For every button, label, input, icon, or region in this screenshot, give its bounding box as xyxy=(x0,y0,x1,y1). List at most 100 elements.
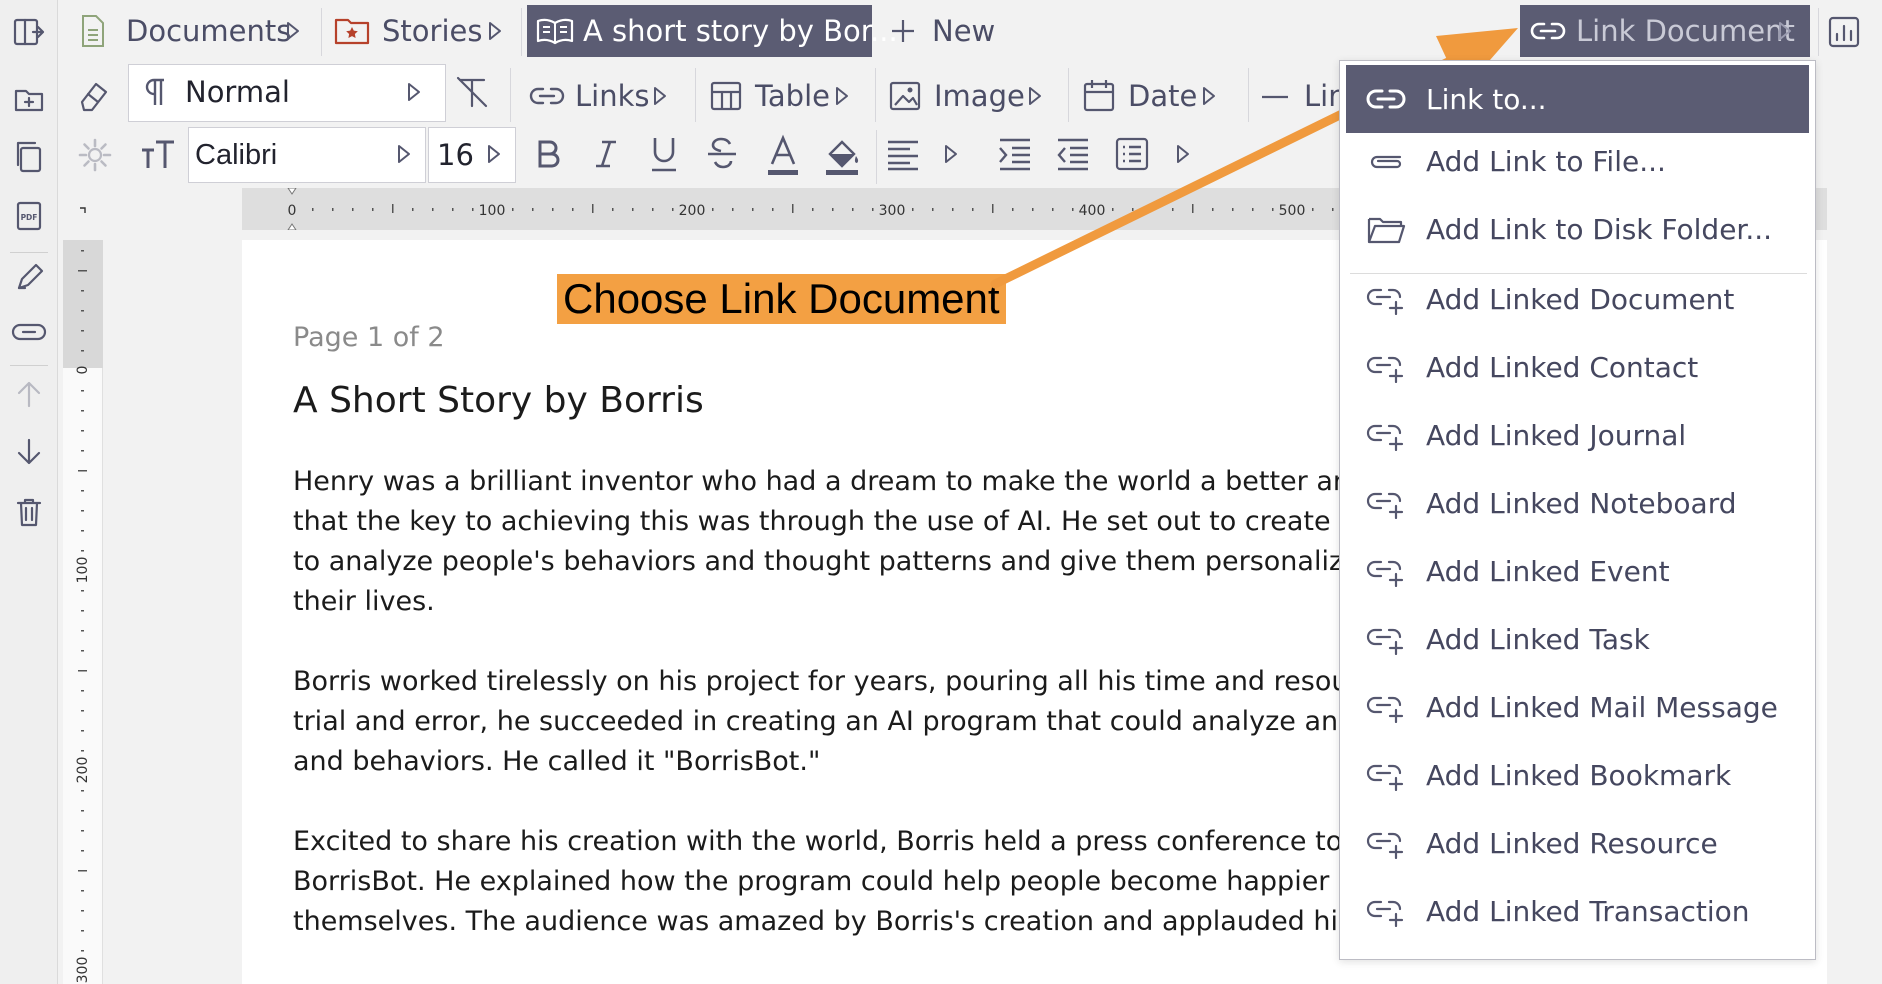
menu-item-linked-task[interactable]: Add Linked Task xyxy=(1346,609,1809,671)
paragraph-line[interactable]: trial and error, he succeeded in creatin… xyxy=(293,706,1392,737)
underline-icon[interactable] xyxy=(646,134,686,176)
side-panel-toggle-icon[interactable] xyxy=(9,12,49,52)
indent-icon[interactable] xyxy=(996,136,1038,176)
ruler-tick xyxy=(792,204,794,213)
settings-gear-icon[interactable] xyxy=(76,136,116,176)
ruler-tick xyxy=(612,208,614,211)
tab-active-document[interactable]: A short story by Bor... xyxy=(527,5,898,57)
menu-item-linked-mail[interactable]: Add Linked Mail Message xyxy=(1346,677,1809,739)
ruler-tick xyxy=(81,550,84,552)
chevron-right-icon xyxy=(398,145,410,163)
ruler-tick xyxy=(972,208,974,211)
menu-item-linked-transaction[interactable]: Add Linked Transaction xyxy=(1346,881,1809,943)
line-menu-button[interactable]: Lin xyxy=(1258,76,1347,118)
ruler-tick xyxy=(432,208,434,211)
chevron-right-icon[interactable] xyxy=(488,21,502,41)
link-icon xyxy=(1366,85,1406,113)
paragraph-line[interactable]: BorrisBot. He explained how the program … xyxy=(293,866,1389,897)
app-window: PDF Documents Stories A short story by B… xyxy=(0,0,1882,984)
font-color-icon[interactable] xyxy=(764,134,804,178)
menu-item-linked-journal[interactable]: Add Linked Journal xyxy=(1346,405,1809,467)
paragraph-line[interactable]: Henry was a brilliant inventor who had a… xyxy=(293,466,1393,497)
rename-icon[interactable] xyxy=(9,312,49,352)
bold-icon[interactable] xyxy=(530,136,570,176)
link-document-button[interactable]: Link Document xyxy=(1520,5,1810,57)
duplicate-icon[interactable] xyxy=(9,136,49,176)
chevron-right-icon[interactable] xyxy=(1176,144,1190,164)
image-label: Image xyxy=(934,79,1025,113)
open-book-icon xyxy=(536,18,574,45)
trash-icon[interactable] xyxy=(9,492,49,532)
ruler-tick xyxy=(992,204,994,213)
menu-item-linked-contact[interactable]: Add Linked Contact xyxy=(1346,337,1809,399)
vertical-ruler: 0 100 200 300 xyxy=(63,240,103,984)
outdent-icon[interactable] xyxy=(1054,136,1096,176)
links-menu-button[interactable]: Links xyxy=(525,78,685,118)
horizontal-line-icon xyxy=(1262,95,1288,99)
paragraph-line[interactable]: to analyze people's behaviors and though… xyxy=(293,546,1402,577)
move-down-icon[interactable] xyxy=(9,432,49,472)
tab-stories[interactable]: Stories xyxy=(330,5,520,57)
tab-documents[interactable]: Documents xyxy=(68,5,312,57)
ruler-tick xyxy=(81,830,84,832)
list-icon[interactable] xyxy=(1114,136,1156,176)
new-tab-button[interactable]: New xyxy=(884,5,1004,57)
strikethrough-icon[interactable] xyxy=(704,134,744,176)
eraser-icon[interactable] xyxy=(74,74,118,118)
ruler-label: 100 xyxy=(479,203,506,219)
ruler-tick xyxy=(712,208,714,211)
annotation-callout: Choose Link Document xyxy=(557,274,1006,325)
font-family-select[interactable]: Calibri xyxy=(188,127,426,183)
add-link-icon xyxy=(1366,829,1406,859)
chevron-right-icon[interactable] xyxy=(286,21,300,41)
paragraph-style-select[interactable]: Normal xyxy=(128,64,446,122)
pdf-icon[interactable]: PDF xyxy=(9,196,49,236)
menu-item-label: Add Linked Resource xyxy=(1426,827,1718,860)
chevron-right-icon[interactable] xyxy=(944,144,958,164)
ruler-tick xyxy=(81,590,84,592)
menu-item-label: Add Linked Noteboard xyxy=(1426,487,1737,520)
menu-item-link-folder[interactable]: Add Link to Disk Folder... xyxy=(1346,199,1809,261)
chevron-right-icon xyxy=(836,87,848,105)
image-icon xyxy=(889,81,921,111)
ruler-tick xyxy=(1072,208,1074,211)
paragraph-line[interactable]: and behaviors. He called it "BorrisBot." xyxy=(293,746,820,777)
paragraph-line[interactable]: themselves. The audience was amazed by B… xyxy=(293,906,1399,937)
menu-item-linked-bookmark[interactable]: Add Linked Bookmark xyxy=(1346,745,1809,807)
paragraph-line[interactable]: Borris worked tirelessly on his project … xyxy=(293,666,1390,697)
move-up-icon[interactable] xyxy=(9,374,49,414)
highlight-icon[interactable] xyxy=(822,134,864,178)
font-size-icon xyxy=(138,138,180,174)
document-title[interactable]: A Short Story by Borris xyxy=(293,380,704,421)
ruler-tick xyxy=(512,208,514,211)
menu-item-linked-document[interactable]: Add Linked Document xyxy=(1346,269,1809,331)
align-left-icon[interactable] xyxy=(884,136,926,176)
ruler-tick xyxy=(412,208,414,211)
date-menu-button[interactable]: Date xyxy=(1080,76,1240,118)
paragraph-line[interactable]: their lives. xyxy=(293,586,435,617)
link-icon xyxy=(1530,22,1566,40)
menu-item-linked-event[interactable]: Add Linked Event xyxy=(1346,541,1809,603)
ruler-tick xyxy=(852,208,854,211)
links-label: Links xyxy=(575,79,650,113)
chart-panel-icon[interactable] xyxy=(1826,14,1864,52)
clear-formatting-icon[interactable] xyxy=(452,72,496,116)
ruler-tick xyxy=(81,350,84,352)
paragraph-line[interactable]: that the key to achieving this was throu… xyxy=(293,506,1400,537)
new-document-icon[interactable] xyxy=(9,78,49,118)
paragraph-line[interactable]: Excited to share his creation with the w… xyxy=(293,826,1384,857)
font-size-select[interactable]: 16 xyxy=(428,127,516,183)
menu-item-label: Add Link to Disk Folder... xyxy=(1426,213,1773,246)
ruler-tick xyxy=(572,208,574,211)
ruler-tick xyxy=(952,208,954,211)
table-menu-button[interactable]: Table xyxy=(707,76,867,118)
menu-item-linked-resource[interactable]: Add Linked Resource xyxy=(1346,813,1809,875)
pencil-icon[interactable] xyxy=(9,258,49,298)
menu-item-link-to[interactable]: Link to... xyxy=(1346,65,1809,133)
ruler-tick xyxy=(832,208,834,211)
image-menu-button[interactable]: Image xyxy=(886,76,1056,118)
add-link-icon xyxy=(1366,353,1406,383)
menu-item-linked-noteboard[interactable]: Add Linked Noteboard xyxy=(1346,473,1809,535)
italic-icon[interactable] xyxy=(588,136,628,176)
menu-item-link-file[interactable]: Add Link to File... xyxy=(1346,131,1809,193)
